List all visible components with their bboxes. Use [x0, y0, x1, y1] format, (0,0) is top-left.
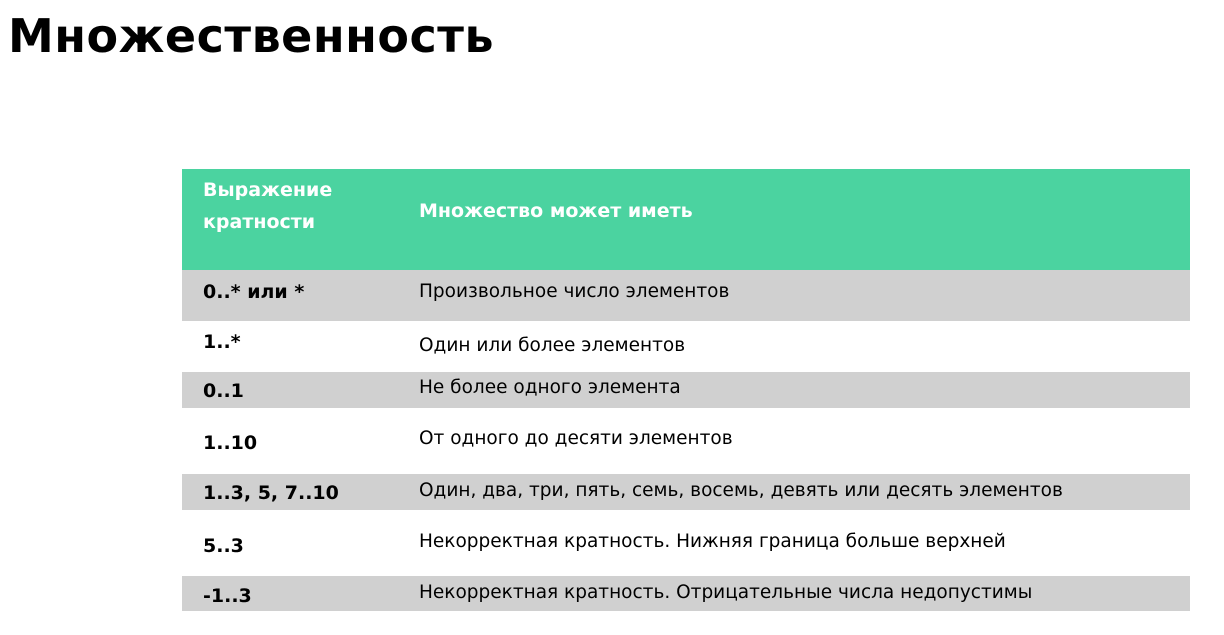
row-description: Один, два, три, пять, семь, восемь, девя…	[419, 480, 1063, 501]
table-row: 5..3 Некорректная кратность. Нижняя гран…	[182, 510, 1190, 576]
table-row: -1..3 Некорректная кратность. Отрицатель…	[182, 576, 1190, 611]
header-description: Множество может иметь	[419, 200, 693, 222]
row-expression: 0..* или *	[203, 281, 305, 303]
row-description: Произвольное число элементов	[419, 281, 730, 302]
row-expression: -1..3	[203, 585, 252, 607]
row-description: Некорректная кратность. Нижняя граница б…	[419, 531, 1006, 552]
header-expression: Выражение кратности	[203, 179, 333, 233]
row-expression: 1..3, 5, 7..10	[203, 482, 339, 504]
table-row: 1..3, 5, 7..10 Один, два, три, пять, сем…	[182, 474, 1190, 510]
row-expression: 1..10	[203, 432, 258, 454]
page-title: Множественность	[8, 9, 495, 63]
table-row: 1..* Один или более элементов	[182, 321, 1190, 372]
row-description: От одного до десяти элементов	[419, 428, 733, 449]
row-description: Один или более элементов	[419, 335, 686, 356]
row-expression: 0..1	[203, 380, 244, 402]
row-description: Некорректная кратность. Отрицательные чи…	[419, 582, 1033, 603]
table-header-row: Выражение кратности Множество может имет…	[182, 169, 1190, 270]
table-row: 1..10 От одного до десяти элементов	[182, 408, 1190, 474]
table-row: 0..1 Не более одного элемента	[182, 372, 1190, 408]
row-description: Не более одного элемента	[419, 377, 681, 398]
table-row: 0..* или * Произвольное число элементов	[182, 270, 1190, 321]
multiplicity-table: Выражение кратности Множество может имет…	[182, 169, 1190, 611]
row-expression: 1..*	[203, 331, 241, 353]
row-expression: 5..3	[203, 535, 244, 557]
